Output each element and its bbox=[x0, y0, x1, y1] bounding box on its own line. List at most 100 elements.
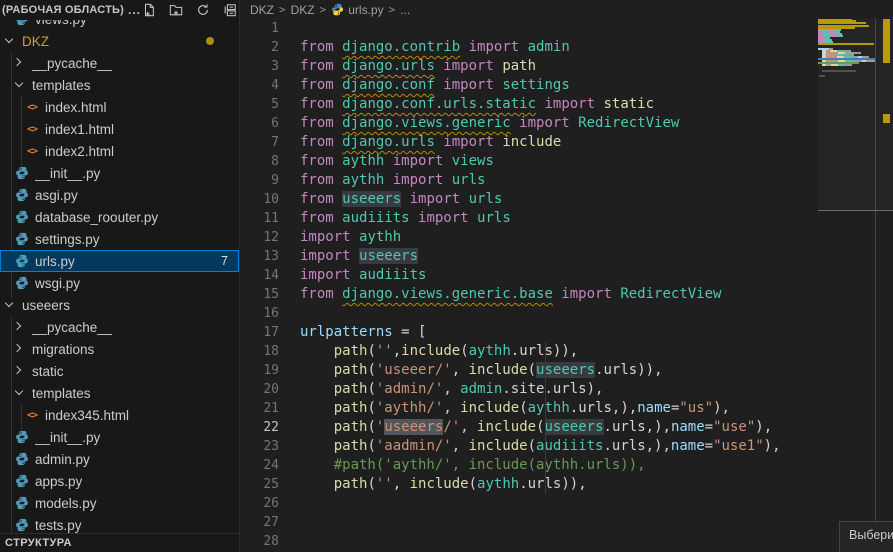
line-content: from audiiits import urls bbox=[300, 209, 511, 228]
line-content: path('aadmin/', include(audiiits.urls,),… bbox=[300, 437, 781, 456]
code-line[interactable]: 22 path('useeers/', include(useeers.urls… bbox=[241, 418, 818, 437]
line-number: 4 bbox=[241, 76, 279, 95]
item-label: models.py bbox=[35, 496, 97, 511]
item-label: migrations bbox=[32, 342, 94, 357]
code-line[interactable]: 15from django.views.generic.base import … bbox=[241, 285, 818, 304]
outline-header[interactable]: СТРУКТУРА bbox=[0, 533, 239, 552]
tree-item-templates[interactable]: templates bbox=[0, 74, 239, 96]
python-icon bbox=[14, 165, 30, 181]
tree-item-wsgi-py[interactable]: wsgi.py bbox=[0, 272, 239, 294]
code-line[interactable]: 17urlpatterns = [ bbox=[241, 323, 818, 342]
line-content: urlpatterns = [ bbox=[300, 323, 426, 342]
tree-item-admin-py[interactable]: admin.py bbox=[0, 448, 239, 470]
tree-item-settings-py[interactable]: settings.py bbox=[0, 228, 239, 250]
line-content: from aythh import views bbox=[300, 152, 494, 171]
code-line[interactable]: 7from django.urls import include bbox=[241, 133, 818, 152]
modified-dot-badge bbox=[206, 37, 214, 45]
code-line[interactable]: 20 path('admin/', admin.site.urls), bbox=[241, 380, 818, 399]
collapse-all-button[interactable] bbox=[222, 2, 238, 18]
code-line[interactable]: 14import audiiits bbox=[241, 266, 818, 285]
editor: DKZ>DKZ> urls.py>... 12from django.contr… bbox=[241, 0, 893, 552]
code-area[interactable]: 12from django.contrib import admin3from … bbox=[241, 19, 818, 552]
line-content: import useeers bbox=[300, 247, 418, 266]
viewport-slider[interactable] bbox=[818, 0, 893, 211]
item-label: __pycache__ bbox=[32, 320, 112, 335]
tree-item-static[interactable]: static bbox=[0, 360, 239, 382]
tree-item-index-html[interactable]: <>index.html bbox=[0, 96, 239, 118]
code-line[interactable]: 8 from aythh import views bbox=[241, 152, 818, 171]
tree-item-templates[interactable]: templates bbox=[0, 382, 239, 404]
code-line[interactable]: 11 from audiiits import urls bbox=[241, 209, 818, 228]
chevron-down-icon bbox=[14, 80, 24, 90]
code-line[interactable]: 25 path('', include(aythh.urls)), bbox=[241, 475, 818, 494]
line-content: path('',include(aythh.urls)), bbox=[300, 342, 578, 361]
code-line[interactable]: 23 path('aadmin/', include(audiiits.urls… bbox=[241, 437, 818, 456]
breadcrumb: DKZ>DKZ> urls.py>... bbox=[241, 0, 893, 19]
code-line[interactable]: 2from django.contrib import admin bbox=[241, 38, 818, 57]
python-icon bbox=[14, 253, 30, 269]
code-line[interactable]: 21 path('aythh/', include(aythh.urls,),n… bbox=[241, 399, 818, 418]
line-content: from django.urls import include bbox=[300, 133, 561, 152]
refresh-button[interactable] bbox=[195, 2, 211, 18]
code-line[interactable]: 6from django.views.generic import Redire… bbox=[241, 114, 818, 133]
tree-item--init-py[interactable]: __init__.py bbox=[0, 162, 239, 184]
item-label: templates bbox=[32, 78, 91, 93]
line-number: 21 bbox=[241, 399, 279, 418]
line-number: 27 bbox=[241, 513, 279, 532]
tree-item-index345-html[interactable]: <>index345.html bbox=[0, 404, 239, 426]
chevron-right-icon bbox=[14, 58, 24, 68]
more-actions-icon[interactable]: ... bbox=[128, 3, 141, 17]
code-line[interactable]: 18 path('',include(aythh.urls)), bbox=[241, 342, 818, 361]
new-folder-icon bbox=[169, 3, 183, 17]
code-line[interactable]: 27 bbox=[241, 513, 818, 532]
line-number: 24 bbox=[241, 456, 279, 475]
code-line[interactable]: 4from django.conf import settings bbox=[241, 76, 818, 95]
code-line[interactable]: 9from aythh import urls bbox=[241, 171, 818, 190]
breadcrumb-item[interactable]: ... bbox=[400, 3, 410, 17]
code-line[interactable]: 1 bbox=[241, 19, 818, 38]
line-number: 16 bbox=[241, 304, 279, 323]
tree-item-dkz[interactable]: DKZ bbox=[0, 30, 239, 52]
code-line[interactable]: 3from django.urls import path bbox=[241, 57, 818, 76]
line-number: 8 bbox=[241, 152, 279, 171]
new-file-icon bbox=[142, 3, 156, 17]
line-number: 22 bbox=[241, 418, 279, 437]
item-label: asgi.py bbox=[35, 188, 78, 203]
tree-item-index2-html[interactable]: <>index2.html bbox=[0, 140, 239, 162]
explorer-actions bbox=[141, 2, 238, 18]
code-line[interactable]: 5from django.conf.urls.static import sta… bbox=[241, 95, 818, 114]
tree-item-migrations[interactable]: migrations bbox=[0, 338, 239, 360]
code-line[interactable]: 12import aythh bbox=[241, 228, 818, 247]
new-file-button[interactable] bbox=[141, 2, 157, 18]
breadcrumb-item[interactable]: DKZ bbox=[291, 3, 315, 17]
code-line[interactable]: 28 bbox=[241, 532, 818, 551]
code-line[interactable]: 16 bbox=[241, 304, 818, 323]
code-line[interactable]: 24 #path('aythh/', include(aythh.urls)), bbox=[241, 456, 818, 475]
chevron-right-icon bbox=[14, 344, 24, 354]
tree-item-useeers[interactable]: useeers bbox=[0, 294, 239, 316]
tree-item-index1-html[interactable]: <>index1.html bbox=[0, 118, 239, 140]
breadcrumb-item[interactable]: DKZ bbox=[250, 3, 274, 17]
code-line[interactable]: 10from useeers import urls bbox=[241, 190, 818, 209]
item-label: database_roouter.py bbox=[35, 210, 158, 225]
tree-item--init-py[interactable]: __init__.py bbox=[0, 426, 239, 448]
line-number: 3 bbox=[241, 57, 279, 76]
line-content: from django.contrib import admin bbox=[300, 38, 570, 57]
code-line[interactable]: 26 bbox=[241, 494, 818, 513]
html-icon: <> bbox=[24, 99, 40, 115]
html-icon: <> bbox=[24, 407, 40, 423]
tree-item-asgi-py[interactable]: asgi.py bbox=[0, 184, 239, 206]
new-folder-button[interactable] bbox=[168, 2, 184, 18]
tree-item-database-roouter-py[interactable]: database_roouter.py bbox=[0, 206, 239, 228]
breadcrumb-item[interactable]: urls.py bbox=[331, 3, 383, 17]
tree-item-models-py[interactable]: models.py bbox=[0, 492, 239, 514]
tree-item--pycache-[interactable]: __pycache__ bbox=[0, 316, 239, 338]
line-number: 26 bbox=[241, 494, 279, 513]
tree-item-apps-py[interactable]: apps.py bbox=[0, 470, 239, 492]
code-line[interactable]: 13import useeers bbox=[241, 247, 818, 266]
tree-item--pycache-[interactable]: __pycache__ bbox=[0, 52, 239, 74]
explorer-sidebar: views.pyDKZ__pycache__templates<>index.h… bbox=[0, 0, 240, 552]
code-line[interactable]: 19 path('useeer/', include(useeers.urls)… bbox=[241, 361, 818, 380]
tree-item-urls-py[interactable]: urls.py7 bbox=[0, 250, 239, 272]
line-number: 11 bbox=[241, 209, 279, 228]
